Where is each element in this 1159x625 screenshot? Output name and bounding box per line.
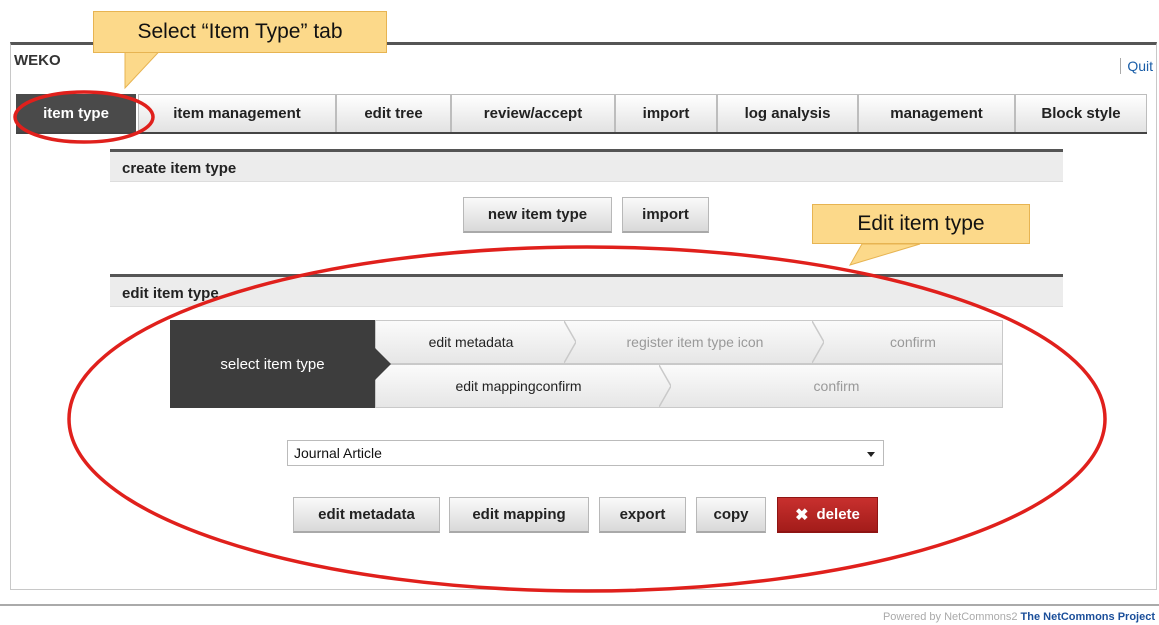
step-register-icon: register item type icon bbox=[626, 334, 764, 350]
copy-button[interactable]: copy bbox=[696, 497, 766, 533]
step-row-metadata: edit metadata register item type icon co… bbox=[375, 320, 1003, 364]
edit-hint-callout: Edit item type bbox=[812, 204, 1030, 244]
new-item-type-button[interactable]: new item type bbox=[463, 197, 612, 233]
tab-block-style[interactable]: Block style bbox=[1015, 94, 1147, 132]
item-type-select-value: Journal Article bbox=[294, 445, 382, 461]
step-row-mapping: edit mappingconfirm confirm bbox=[375, 364, 1003, 408]
tab-edit-tree[interactable]: edit tree bbox=[336, 94, 451, 132]
tab-log-analysis[interactable]: log analysis bbox=[717, 94, 858, 132]
tab-hint-callout: Select “Item Type” tab bbox=[93, 11, 387, 53]
step-edit-metadata: edit metadata bbox=[428, 334, 514, 350]
tab-item-management[interactable]: item management bbox=[138, 94, 336, 132]
tab-management[interactable]: management bbox=[858, 94, 1015, 132]
quit-link[interactable]: Quit bbox=[1120, 58, 1153, 74]
create-item-type-header: create item type bbox=[110, 149, 1063, 182]
main-tab-bar: item type item management edit tree revi… bbox=[16, 94, 1147, 134]
tab-review-accept[interactable]: review/accept bbox=[451, 94, 615, 132]
import-button[interactable]: import bbox=[622, 197, 709, 233]
step-separator-icon bbox=[564, 321, 576, 363]
footer-credit: Powered by NetCommons2 The NetCommons Pr… bbox=[883, 611, 1155, 623]
edit-mapping-button[interactable]: edit mapping bbox=[449, 497, 589, 533]
step-confirm-mapping: confirm bbox=[813, 378, 860, 394]
edit-metadata-button[interactable]: edit metadata bbox=[293, 497, 440, 533]
delete-button[interactable]: ✖ delete bbox=[777, 497, 878, 533]
step-select-item-type: select item type bbox=[170, 320, 391, 408]
app-title: WEKO bbox=[14, 52, 61, 69]
tab-item-type[interactable]: item type bbox=[16, 94, 136, 132]
chevron-down-icon bbox=[867, 452, 875, 457]
footer-project-link[interactable]: The NetCommons Project bbox=[1021, 611, 1155, 623]
item-type-select[interactable]: Journal Article bbox=[287, 440, 884, 466]
step-progress: edit metadata register item type icon co… bbox=[170, 320, 1003, 408]
export-button[interactable]: export bbox=[599, 497, 686, 533]
step-edit-mapping: edit mappingconfirm bbox=[455, 378, 582, 394]
delete-button-label: delete bbox=[816, 506, 860, 523]
step-confirm: confirm bbox=[890, 334, 936, 350]
footer-divider bbox=[0, 604, 1159, 606]
close-icon: ✖ bbox=[795, 506, 809, 524]
tab-import[interactable]: import bbox=[615, 94, 717, 132]
step-separator-icon bbox=[812, 321, 824, 363]
edit-item-type-header: edit item type bbox=[110, 274, 1063, 307]
step-separator-icon bbox=[659, 365, 671, 407]
footer-prefix: Powered by NetCommons2 bbox=[882, 611, 1018, 623]
